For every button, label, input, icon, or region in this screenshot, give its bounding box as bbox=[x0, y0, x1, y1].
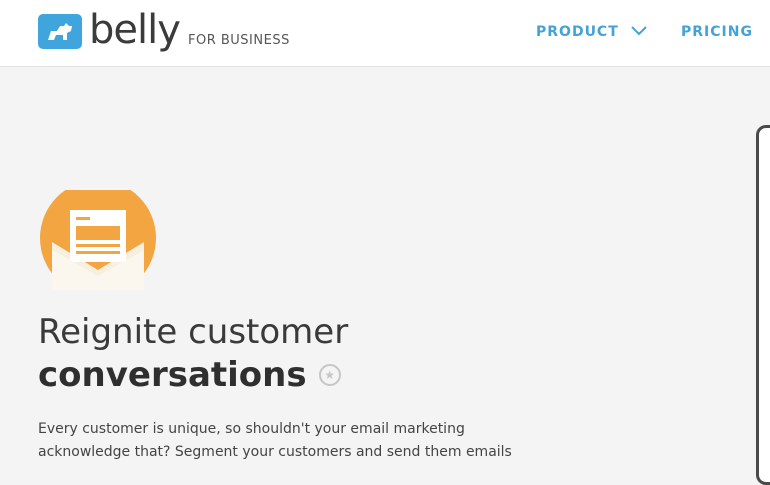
hero-description-line2: acknowledge that? Segment your customers… bbox=[38, 444, 512, 460]
hero-title-line1: Reignite customer bbox=[38, 312, 349, 352]
hero-title-line2: conversations ★ bbox=[38, 352, 341, 398]
logo-subtitle: FOR BUSINESS bbox=[188, 33, 290, 48]
device-frame bbox=[756, 125, 770, 485]
nav-product-label: PRODUCT bbox=[536, 24, 619, 40]
nav-pricing[interactable]: PRICING bbox=[681, 24, 753, 40]
star-icon[interactable]: ★ bbox=[318, 364, 341, 386]
nav-pricing-label: PRICING bbox=[681, 24, 753, 40]
hero-description: Every customer is unique, so shouldn't y… bbox=[38, 418, 578, 464]
hero-description-line1: Every customer is unique, so shouldn't y… bbox=[38, 421, 465, 437]
nav-product[interactable]: PRODUCT bbox=[536, 24, 647, 40]
site-header: belly FOR BUSINESS PRODUCT PRICING bbox=[0, 0, 770, 67]
hero-title-bold: conversations bbox=[38, 355, 307, 395]
logo-wordmark[interactable]: belly bbox=[89, 4, 181, 56]
chevron-down-icon bbox=[631, 24, 647, 40]
belly-logo-icon[interactable] bbox=[38, 14, 82, 49]
envelope-icon bbox=[38, 180, 158, 296]
